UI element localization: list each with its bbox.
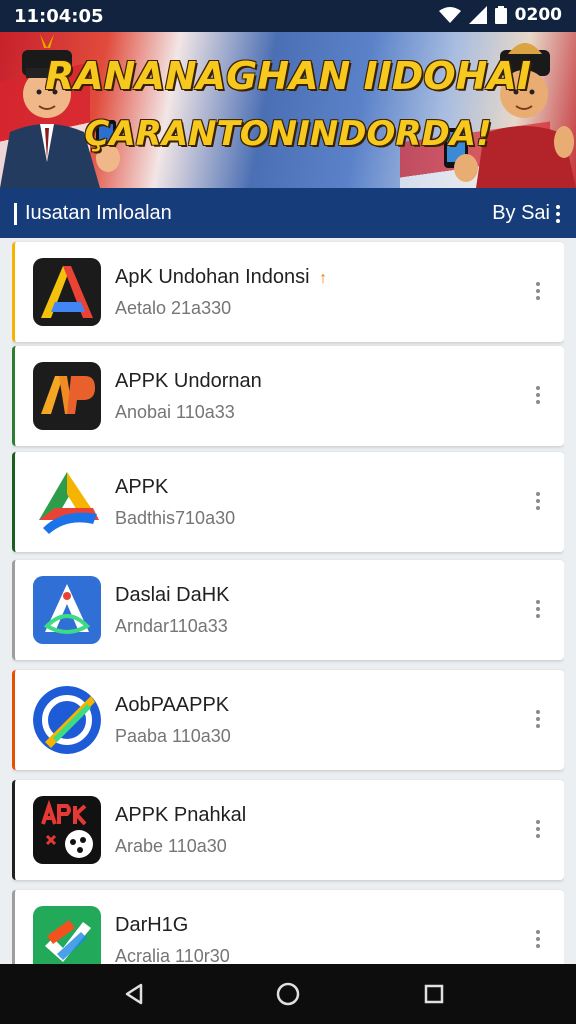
app-bar: Iusatan Imloalan By Sai [0,188,576,238]
list-item[interactable]: Daslai DaHK Arndar110a33 [12,560,564,660]
promo-banner[interactable]: RANANAGHAN IIDOHAI ÇARANTONINDORDA! [0,32,576,188]
app-icon-circle-blue [33,686,101,754]
app-name: Daslai DaHK [115,584,230,606]
list-item[interactable]: APPK Pnahkal Arabe 110a30 [12,780,564,880]
battery-text: 0200 [514,5,562,25]
list-item[interactable]: DarH1G Acralia 110r30 [12,890,564,964]
more-vert-icon[interactable] [556,204,560,223]
signal-icon [468,6,487,24]
title-accent-bar [14,202,17,225]
list-item[interactable]: AobPAAPPK Paaba 110a30 [12,670,564,770]
app-subtitle: Paaba 110a30 [115,726,231,746]
app-name: DarH1G [115,914,189,936]
status-bar: 11:04:05 0200 [0,0,576,32]
more-vert-icon[interactable] [530,278,546,304]
home-icon[interactable] [274,980,302,1008]
more-vert-icon[interactable] [530,706,546,732]
sort-label: By Sai [492,202,550,224]
list-item[interactable]: APPK Undornan Anobai 110a33 [12,346,564,446]
app-list: ApK Undohan Indonsi ↑ Aetalo 21a330 APPK… [12,238,564,964]
app-icon-a-triangle [33,468,101,536]
app-name: APPK Pnahkal [115,804,247,826]
banner-title: RANANAGHAN IIDOHAI [44,54,531,98]
sort-control[interactable]: By Sai [492,202,560,225]
pin-icon: ↑ [319,270,328,287]
list-item[interactable]: ApK Undohan Indonsi ↑ Aetalo 21a330 [12,242,564,342]
app-icon-green [33,906,101,964]
back-icon[interactable] [120,980,148,1008]
banner-subtitle: ÇARANTONINDORDA! [84,114,492,154]
list-item[interactable]: APPK Badthis710a30 [12,452,564,552]
status-time: 11:04:05 [14,6,104,27]
app-icon-a-colorful [33,258,101,326]
app-subtitle: Arndar110a33 [115,616,228,636]
app-subtitle: Acralia 110r30 [115,946,230,964]
battery-icon [494,6,507,24]
app-subtitle: Arabe 110a30 [115,836,227,856]
wifi-icon [438,7,461,23]
app-name: AobPAAPPK [115,694,230,716]
app-name: APPK [115,476,169,498]
more-vert-icon[interactable] [530,382,546,408]
status-icons: 0200 [438,5,562,25]
app-icon-ap-orange [33,362,101,430]
recents-icon[interactable] [420,980,448,1008]
app-subtitle: Anobai 110a33 [115,402,235,422]
more-vert-icon[interactable] [530,596,546,622]
app-icon-apk-dark [33,796,101,864]
app-name: APPK Undornan [115,370,262,392]
app-bar-title: Iusatan Imloalan [14,202,172,225]
app-icon-a-blue [33,576,101,644]
app-subtitle: Aetalo 21a330 [115,298,232,318]
more-vert-icon[interactable] [530,926,546,952]
app-name: ApK Undohan Indonsi ↑ [115,266,328,288]
more-vert-icon[interactable] [530,488,546,514]
app-bar-title-text: Iusatan Imloalan [25,202,172,224]
system-nav-bar [0,964,576,1024]
more-vert-icon[interactable] [530,816,546,842]
app-subtitle: Badthis710a30 [115,508,236,528]
